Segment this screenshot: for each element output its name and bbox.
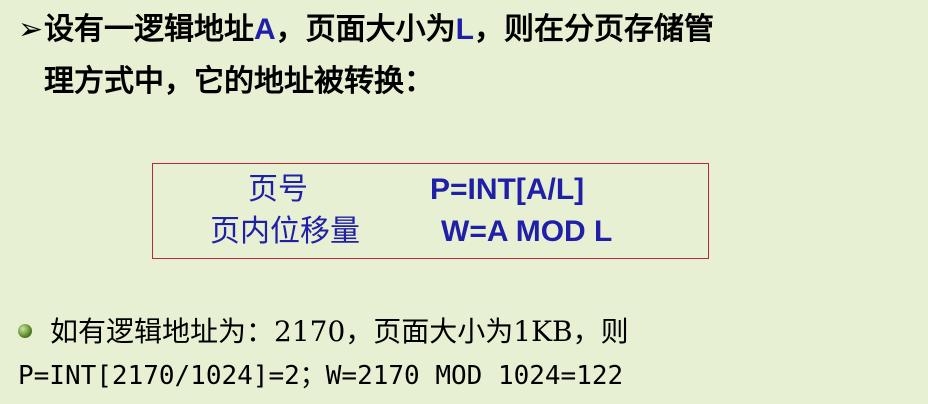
formula-row-page-number: 页号 P=INT[A/L] (153, 172, 710, 208)
arrow-bullet-icon: ➢ (18, 12, 44, 47)
offset-expression: W=A MOD L (441, 215, 613, 248)
intro-text-3: ，则在分页存储管 (474, 12, 714, 47)
variable-a: A (254, 13, 276, 46)
intro-line-1: ➢设有一逻辑地址A，页面大小为L，则在分页存储管 (18, 10, 714, 50)
example-line-2: P=INT[2170/1024]=2；W=2170 MOD 1024=122 (18, 356, 623, 396)
intro-text-1: 设有一逻辑地址 (44, 12, 254, 47)
intro-line-2: 理方式中，它的地址被转换： (44, 62, 434, 102)
page-number-expression: P=INT[A/L] (430, 173, 585, 206)
green-dot-bullet-icon (18, 323, 32, 338)
page-number-label: 页号 (248, 172, 308, 207)
formula-box: 页号 P=INT[A/L] 页内位移量 W=A MOD L (152, 163, 709, 259)
formula-row-offset: 页内位移量 W=A MOD L (153, 214, 710, 250)
example-text-1: 如有逻辑地址为：2170，页面大小为1KB，则 (50, 315, 629, 348)
intro-text-2: ，页面大小为 (275, 12, 456, 47)
variable-l: L (455, 13, 474, 46)
intro-text-4: 理方式中，它的地址被转换： (44, 64, 434, 99)
example-line-1: 如有逻辑地址为：2170，页面大小为1KB，则 (18, 312, 629, 352)
offset-label: 页内位移量 (210, 214, 360, 249)
example-text-2: P=INT[2170/1024]=2；W=2170 MOD 1024=122 (18, 361, 624, 391)
